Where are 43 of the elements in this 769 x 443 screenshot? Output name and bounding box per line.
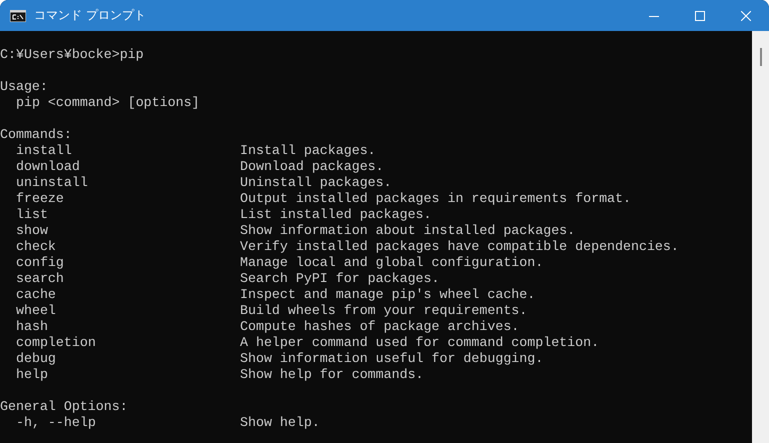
command-name: list <box>15 207 49 223</box>
command-name: debug <box>15 351 57 367</box>
command-description: Manage local and global configuration. <box>240 255 544 271</box>
command-description: List installed packages. <box>240 207 433 223</box>
command-description: Show information about installed packages. <box>240 223 576 239</box>
command-description: Show information useful for debugging. <box>240 351 544 367</box>
section-heading: Commands: <box>0 127 73 143</box>
command-name: hash <box>15 319 49 335</box>
command-description: Search PyPI for packages. <box>240 271 440 287</box>
section-heading: Usage: <box>0 79 49 95</box>
command-name: wheel <box>15 303 57 319</box>
scrollbar[interactable] <box>752 31 769 443</box>
scrollbar-thumb[interactable] <box>760 48 762 66</box>
close-icon <box>741 10 751 20</box>
command-name: download <box>15 159 81 175</box>
command-description: Show help for commands. <box>240 367 425 383</box>
command-description: Compute hashes of package archives. <box>240 319 520 335</box>
command-name: completion <box>15 335 97 351</box>
command-name: uninstall <box>15 175 89 191</box>
command-description: Show help. <box>240 415 321 431</box>
command-name: check <box>15 239 57 255</box>
usage-line: pip <command> [options] <box>15 95 201 111</box>
command-name: freeze <box>15 191 65 207</box>
command-description: Uninstall packages. <box>240 175 393 191</box>
console-app-icon <box>10 10 26 22</box>
command-description: Verify installed packages have compatible dependencies. <box>240 239 680 255</box>
command-description: Download packages. <box>240 159 385 175</box>
command-description: Inspect and manage pip's wheel cache. <box>240 287 536 303</box>
command-name: config <box>15 255 65 271</box>
command-name: help <box>15 367 49 383</box>
section-heading: General Options: <box>0 399 129 415</box>
window-title: コマンド プロンプト <box>34 7 147 24</box>
command-prompt: C:¥Users¥bocke>pip <box>0 47 145 63</box>
command-description: Install packages. <box>240 143 377 159</box>
command-name: cache <box>15 287 57 303</box>
command-name: -h, --help <box>15 415 97 431</box>
command-description: Build wheels from your requirements. <box>240 303 528 319</box>
command-description: Output installed packages in requirements format. <box>240 191 632 207</box>
command-name: show <box>15 223 49 239</box>
command-name: install <box>15 143 73 159</box>
maximize-icon <box>695 10 705 20</box>
command-name: search <box>15 271 65 287</box>
command-description: A helper command used for command completion. <box>240 335 600 351</box>
